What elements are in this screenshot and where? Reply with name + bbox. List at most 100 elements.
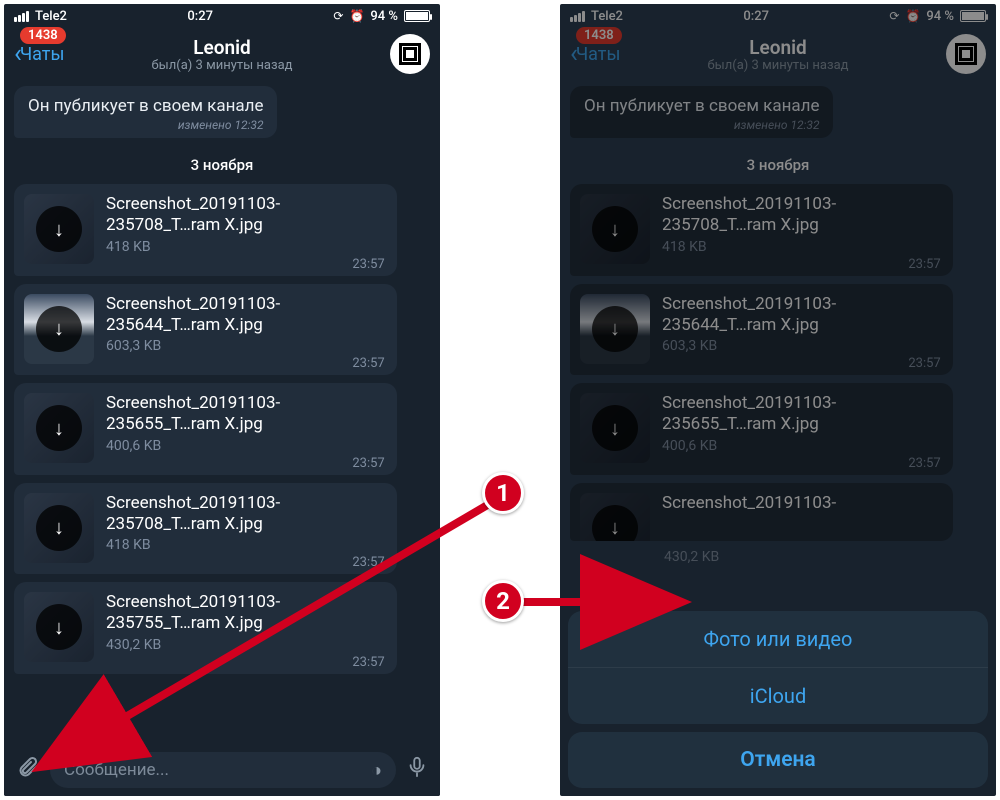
file-message[interactable]: ↓ Screenshot_20191103-235708_T…ram X.jpg… xyxy=(14,184,397,276)
back-button[interactable]: 1438 ‹ Чаты xyxy=(570,41,620,67)
download-icon[interactable]: ↓ xyxy=(36,306,82,352)
message-text: Он публикует в своем канале xyxy=(28,96,263,116)
sticker-icon[interactable]: ◑ xyxy=(371,760,382,781)
carrier-label: Tele2 xyxy=(591,9,623,24)
download-icon[interactable]: ↓ xyxy=(592,505,638,541)
status-time: 0:27 xyxy=(743,9,769,24)
carrier-label: Tele2 xyxy=(35,9,67,24)
phone-left: Tele2 0:27 ⟳ ⏰ 94 % 1438 ‹ Чаты Leonid б… xyxy=(4,4,440,796)
file-time: 23:57 xyxy=(106,356,385,371)
avatar[interactable] xyxy=(390,34,430,74)
download-icon[interactable]: ↓ xyxy=(592,206,638,252)
chat-title[interactable]: Leonid xyxy=(151,36,292,59)
file-thumbnail[interactable]: ↓ xyxy=(24,493,94,563)
file-message[interactable]: ↓ Screenshot_20191103-235655_T…ram X.jpg… xyxy=(14,383,397,475)
file-message[interactable]: ↓ Screenshot_20191103-235655_T…ram X.jpg… xyxy=(570,383,953,475)
message-input[interactable]: Сообщение... ◑ xyxy=(50,752,396,788)
status-bar: Tele2 0:27 ⟳ ⏰ 94 % xyxy=(560,4,996,28)
chat-subtitle: был(а) 3 минуты назад xyxy=(707,58,848,73)
file-size: 603,3 KB xyxy=(106,338,385,354)
file-time: 23:57 xyxy=(662,456,941,471)
file-name: Screenshot_20191103-235655_T…ram X.jpg xyxy=(106,393,385,436)
file-name: Screenshot_20191103-235755_T…ram X.jpg xyxy=(106,592,385,635)
orientation-lock-icon: ⟳ xyxy=(333,9,343,23)
sheet-cancel[interactable]: Отмена xyxy=(568,732,988,788)
file-list: ↓ Screenshot_20191103-235708_T…ram X.jpg… xyxy=(570,184,986,541)
back-label: Чаты xyxy=(576,44,621,65)
download-icon[interactable]: ↓ xyxy=(36,206,82,252)
file-name: Screenshot_20191103-235655_T…ram X.jpg xyxy=(662,393,941,436)
annotation-badge-2: 2 xyxy=(482,580,524,622)
chat-title[interactable]: Leonid xyxy=(707,36,848,59)
file-name: Screenshot_20191103- xyxy=(662,493,941,514)
file-thumbnail[interactable]: ↓ xyxy=(580,393,650,463)
file-time: 23:57 xyxy=(662,356,941,371)
avatar[interactable] xyxy=(946,34,986,74)
battery-icon xyxy=(960,10,986,22)
file-size: 418 KB xyxy=(106,537,385,553)
file-time: 23:57 xyxy=(106,555,385,570)
sheet-option-icloud[interactable]: iCloud xyxy=(568,668,988,724)
alarm-icon: ⏰ xyxy=(905,9,920,23)
file-time: 23:57 xyxy=(106,655,385,670)
file-thumbnail[interactable]: ↓ xyxy=(24,393,94,463)
file-size: 603,3 KB xyxy=(662,338,941,354)
download-icon[interactable]: ↓ xyxy=(36,505,82,551)
status-bar: Tele2 0:27 ⟳ ⏰ 94 % xyxy=(4,4,440,28)
file-message[interactable]: ↓ Screenshot_20191103-235644_T…ram X.jpg… xyxy=(14,284,397,376)
download-icon[interactable]: ↓ xyxy=(592,306,638,352)
back-label: Чаты xyxy=(20,44,65,65)
download-icon[interactable]: ↓ xyxy=(592,405,638,451)
incoming-message: Он публикует в своем канале изменено 12:… xyxy=(570,86,833,138)
back-button[interactable]: 1438 ‹ Чаты xyxy=(14,41,64,67)
phone-right: Tele2 0:27 ⟳ ⏰ 94 % 1438 ‹ Чаты Leonid б… xyxy=(560,4,996,796)
incoming-message[interactable]: Он публикует в своем канале изменено 12:… xyxy=(14,86,277,138)
file-list: ↓ Screenshot_20191103-235708_T…ram X.jpg… xyxy=(14,184,430,674)
file-size: 418 KB xyxy=(106,239,385,255)
chat-header: 1438 ‹ Чаты Leonid был(а) 3 минуты назад xyxy=(4,28,440,80)
date-separator: 3 ноября xyxy=(14,156,430,174)
file-size: 418 KB xyxy=(662,239,941,255)
input-placeholder: Сообщение... xyxy=(64,760,169,780)
battery-pct: 94 % xyxy=(926,9,954,24)
chat-header: 1438 ‹ Чаты Leonid был(а) 3 минуты назад xyxy=(560,28,996,80)
chat-subtitle: был(а) 3 минуты назад xyxy=(151,58,292,73)
file-thumbnail[interactable]: ↓ xyxy=(580,493,650,541)
action-sheet: Фото или видео iCloud Отмена xyxy=(568,611,988,788)
file-time: 23:57 xyxy=(106,257,385,272)
battery-icon xyxy=(404,10,430,22)
alarm-icon: ⏰ xyxy=(349,9,364,23)
file-name: Screenshot_20191103-235644_T…ram X.jpg xyxy=(106,294,385,337)
signal-icon xyxy=(14,11,29,22)
file-message[interactable]: ↓ Screenshot_20191103-235644_T…ram X.jpg… xyxy=(570,284,953,376)
file-size: 400,6 KB xyxy=(662,438,941,454)
battery-pct: 94 % xyxy=(370,9,398,24)
file-message[interactable]: ↓ Screenshot_20191103-235708_T…ram X.jpg… xyxy=(14,483,397,575)
file-thumbnail[interactable]: ↓ xyxy=(580,194,650,264)
message-text: Он публикует в своем канале xyxy=(584,96,819,116)
orientation-lock-icon: ⟳ xyxy=(889,9,899,23)
file-thumbnail[interactable]: ↓ xyxy=(580,294,650,364)
mic-icon[interactable] xyxy=(406,756,428,784)
file-message[interactable]: ↓ Screenshot_20191103-235708_T…ram X.jpg… xyxy=(570,184,953,276)
unread-badge: 1438 xyxy=(20,27,66,44)
download-icon[interactable]: ↓ xyxy=(36,604,82,650)
file-size: 400,6 KB xyxy=(106,438,385,454)
file-message[interactable]: ↓ Screenshot_20191103-235755_T…ram X.jpg… xyxy=(14,582,397,674)
file-name: Screenshot_20191103-235708_T…ram X.jpg xyxy=(106,194,385,237)
file-time: 23:57 xyxy=(106,456,385,471)
file-message[interactable]: ↓ Screenshot_20191103- xyxy=(570,483,953,541)
messages-area: Он публикует в своем канале изменено 12:… xyxy=(560,80,996,565)
file-thumbnail[interactable]: ↓ xyxy=(24,294,94,364)
attach-icon[interactable] xyxy=(16,755,40,785)
file-name: Screenshot_20191103-235708_T…ram X.jpg xyxy=(662,194,941,237)
message-meta: изменено 12:32 xyxy=(584,118,819,132)
messages-area[interactable]: Он публикует в своем канале изменено 12:… xyxy=(4,80,440,674)
file-thumbnail[interactable]: ↓ xyxy=(24,592,94,662)
annotation-badge-1: 1 xyxy=(482,472,524,514)
file-size-peek: 430,2 KB xyxy=(664,549,986,565)
sheet-option-photo-video[interactable]: Фото или видео xyxy=(568,611,988,668)
file-thumbnail[interactable]: ↓ xyxy=(24,194,94,264)
download-icon[interactable]: ↓ xyxy=(36,405,82,451)
file-name: Screenshot_20191103-235644_T…ram X.jpg xyxy=(662,294,941,337)
